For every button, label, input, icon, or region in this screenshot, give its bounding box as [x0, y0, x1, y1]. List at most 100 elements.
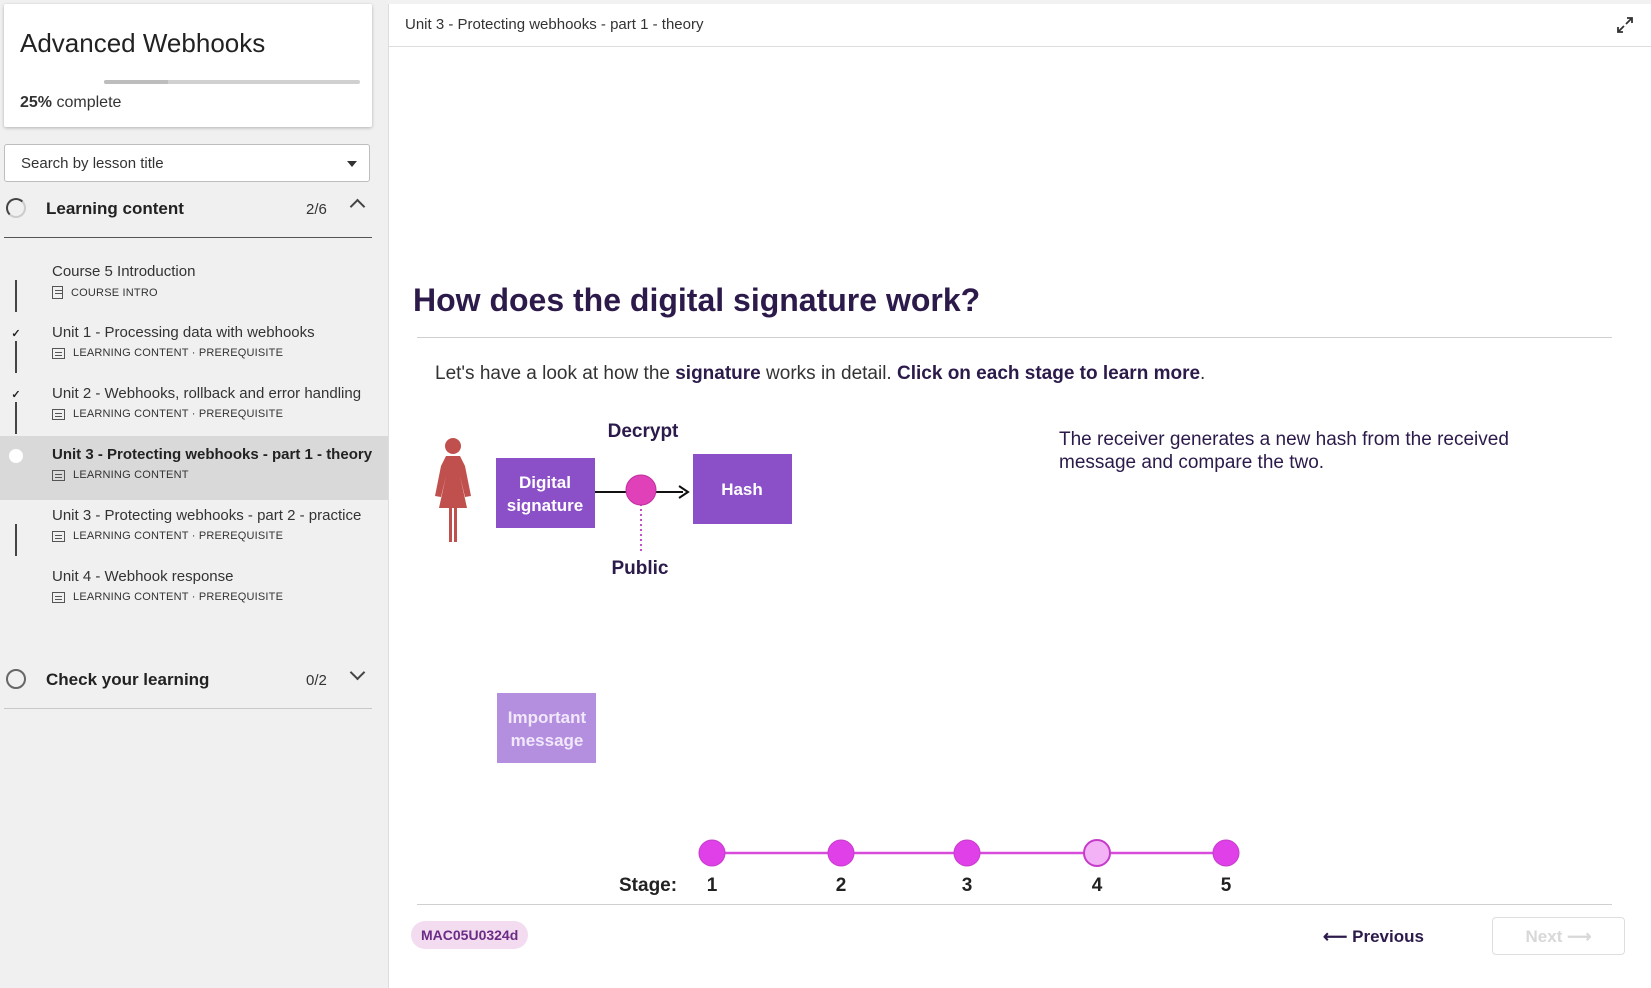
lesson-status-dot: [9, 571, 23, 585]
intro-part: .: [1200, 363, 1206, 384]
lesson-meta: LEARNING CONTENT · PREREQUISITE: [52, 591, 283, 603]
arrow-left-icon: ⟵: [1323, 927, 1348, 946]
hash-label: Hash: [721, 480, 763, 499]
content-icon: [52, 530, 65, 542]
intro-part: Let's have a look at how the: [435, 363, 676, 384]
lesson-item[interactable]: Course 5 Introduction COURSE INTRO: [0, 253, 388, 317]
content-icon: [52, 469, 65, 481]
digital-signature-box[interactable]: [496, 458, 595, 528]
arrow-right-icon: ⟶: [1567, 927, 1592, 946]
lesson-meta: COURSE INTRO: [52, 286, 158, 299]
lesson-meta: LEARNING CONTENT · PREREQUISITE: [52, 408, 283, 420]
lesson-meta-text: LEARNING CONTENT · PREREQUISITE: [73, 408, 284, 420]
stage-node-4[interactable]: [1083, 839, 1111, 867]
lesson-title: Unit 1 - Processing data with webhooks: [52, 324, 315, 341]
progress-percent: 25%: [20, 94, 53, 111]
intro-bold: signature: [675, 363, 761, 384]
progress-bar-fill: [104, 80, 168, 84]
content-icon: [52, 408, 65, 420]
important-message-label-1: Important: [508, 708, 587, 727]
lesson-status-dot: [9, 449, 23, 463]
intro-text: Let's have a look at how the signature w…: [435, 363, 1205, 385]
progress-suffix: complete: [56, 94, 122, 111]
section-count: 0/2: [306, 672, 327, 689]
progress-text: 25% complete: [20, 94, 121, 112]
divider: [417, 337, 1612, 338]
stage-label: Stage:: [619, 875, 677, 896]
lesson-meta: LEARNING CONTENT: [52, 469, 189, 481]
stage-node-5[interactable]: [1212, 839, 1240, 867]
chevron-up-icon[interactable]: [349, 198, 366, 215]
lesson-status-dot: [9, 266, 23, 280]
caret-down-icon: [347, 161, 357, 167]
important-message-label-2: message: [511, 731, 584, 750]
lesson-title: Unit 2 - Webhooks, rollback and error ha…: [52, 385, 362, 402]
stage-node-1[interactable]: [698, 839, 726, 867]
course-progress-card: Advanced Webhooks 25% complete: [4, 4, 372, 127]
content-icon: [52, 347, 65, 359]
section-label: Learning content: [46, 199, 184, 218]
lesson-title: Unit 4 - Webhook response: [52, 568, 234, 585]
intro-part: works in detail.: [760, 363, 897, 384]
stage-stepper: Stage: 1 2 3 4 5: [619, 839, 1240, 896]
lesson-meta-text: LEARNING CONTENT · PREREQUISITE: [73, 591, 284, 603]
lesson-meta-text: LEARNING CONTENT · PREREQUISITE: [73, 530, 284, 542]
search-placeholder: Search by lesson title: [21, 155, 164, 172]
lesson-heading: How does the digital signature work?: [413, 282, 981, 318]
divider: [417, 904, 1612, 905]
lesson-content-panel: Unit 3 - Protecting webhooks - part 1 - …: [388, 4, 1651, 988]
lesson-item[interactable]: ✓ Unit 2 - Webhooks, rollback and error …: [0, 375, 388, 439]
lesson-meta-text: LEARNING CONTENT: [73, 469, 189, 481]
section-label: Check your learning: [46, 670, 210, 689]
progress-ring-icon: [6, 198, 26, 218]
document-icon: [52, 286, 63, 299]
stage-number-2: 2: [836, 875, 847, 896]
chevron-down-icon[interactable]: [349, 664, 366, 681]
lesson-meta: LEARNING CONTENT · PREREQUISITE: [52, 530, 283, 542]
lesson-item[interactable]: Unit 3 - Protecting webhooks - part 2 - …: [0, 497, 388, 561]
previous-button[interactable]: ⟵ Previous: [1315, 918, 1432, 956]
checkmark-icon: ✓: [9, 388, 23, 402]
lesson-status-dot: [9, 510, 23, 524]
person-icon: [435, 438, 471, 542]
stage-node-2[interactable]: [827, 839, 855, 867]
checkmark-icon: ✓: [9, 327, 23, 341]
lesson-code-badge: MAC05U0324d: [411, 921, 529, 949]
section-count: 2/6: [306, 201, 327, 218]
lesson-search-dropdown[interactable]: Search by lesson title: [4, 144, 370, 182]
lesson-meta-text: COURSE INTRO: [71, 286, 158, 299]
digital-signature-label-2: signature: [507, 496, 584, 515]
progress-ring-icon: [6, 669, 26, 689]
stage-number-3: 3: [962, 875, 973, 896]
lesson-title: Course 5 Introduction: [52, 263, 196, 280]
lesson-breadcrumb-title: Unit 3 - Protecting webhooks - part 1 - …: [405, 16, 704, 33]
lesson-item[interactable]: Unit 4 - Webhook response LEARNING CONTE…: [0, 558, 388, 622]
course-sidebar: Advanced Webhooks 25% complete Search by…: [0, 0, 388, 988]
lesson-item[interactable]: ✓ Unit 1 - Processing data with webhooks…: [0, 314, 388, 378]
important-message-box[interactable]: [497, 693, 596, 763]
section-check-your-learning[interactable]: Check your learning 0/2: [4, 652, 372, 709]
course-title: Advanced Webhooks: [20, 28, 266, 58]
decrypt-label: Decrypt: [608, 421, 679, 442]
previous-label: Previous: [1352, 927, 1424, 946]
stage-node-3[interactable]: [953, 839, 981, 867]
expand-icon[interactable]: [1616, 16, 1634, 34]
decrypt-node: [625, 474, 657, 506]
lesson-item-active[interactable]: Unit 3 - Protecting webhooks - part 1 - …: [0, 436, 388, 500]
next-label: Next: [1525, 927, 1563, 946]
stage-number-4: 4: [1092, 875, 1103, 896]
signature-diagram: Digital signature Decrypt Public Hash Im…: [435, 421, 792, 763]
section-learning-content[interactable]: Learning content 2/6: [4, 181, 372, 238]
public-label: Public: [611, 558, 668, 579]
lesson-meta-text: LEARNING CONTENT · PREREQUISITE: [73, 347, 284, 359]
lesson-title: Unit 3 - Protecting webhooks - part 1 - …: [52, 446, 373, 463]
lesson-meta: LEARNING CONTENT · PREREQUISITE: [52, 347, 283, 359]
stage-number-1: 1: [707, 875, 718, 896]
lesson-topbar: Unit 3 - Protecting webhooks - part 1 - …: [389, 4, 1651, 47]
lesson-title: Unit 3 - Protecting webhooks - part 2 - …: [52, 507, 362, 524]
content-icon: [52, 591, 65, 603]
intro-bold: Click on each stage to learn more: [897, 363, 1201, 384]
stage-number-5: 5: [1221, 875, 1232, 896]
next-button[interactable]: Next ⟶: [1492, 917, 1625, 955]
progress-bar: [104, 80, 360, 84]
